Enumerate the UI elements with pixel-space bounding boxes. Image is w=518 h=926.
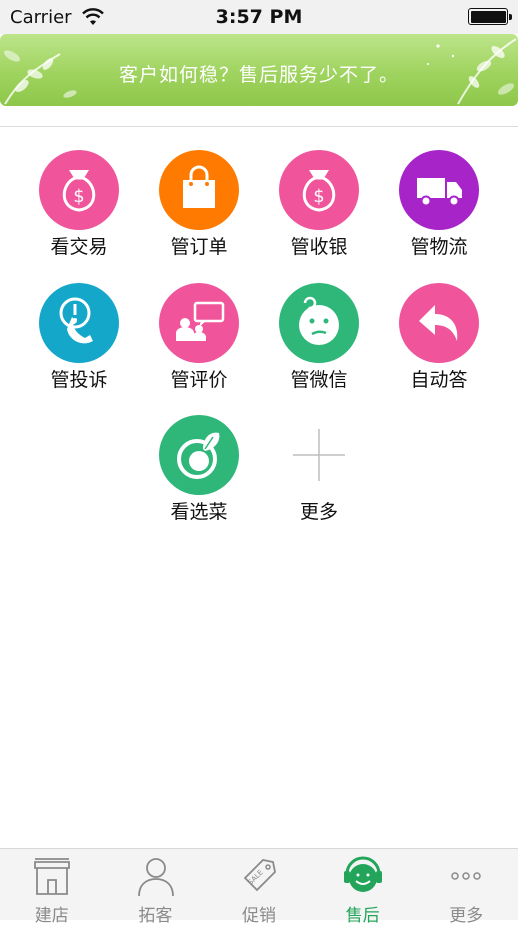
grid-item-manage-logistics[interactable]: 管物流	[379, 150, 499, 275]
tab-label: 促销	[241, 906, 276, 926]
clock: 3:57 PM	[215, 6, 303, 28]
tab-label: 拓客	[138, 906, 173, 926]
vegetable-icon	[159, 415, 239, 495]
tab-label: 售后	[345, 906, 380, 926]
shopping-bag-icon	[159, 150, 239, 230]
tab-after-sales[interactable]: 售后	[311, 849, 415, 926]
grid-item-label: 看选菜	[170, 501, 228, 523]
tab-build-store[interactable]: 建店	[0, 849, 104, 926]
promo-banner[interactable]: 客户如何稳？售后服务少不了。	[0, 34, 518, 106]
battery-icon	[468, 8, 512, 25]
complaint-phone-icon	[39, 283, 119, 363]
tab-label: 更多	[449, 906, 484, 926]
grid-item-manage-complaints[interactable]: 管投诉	[19, 283, 139, 408]
svg-text:$: $	[313, 186, 324, 207]
banner-text: 客户如何稳？售后服务少不了。	[118, 64, 399, 86]
sale-tag-icon: SALE	[243, 859, 277, 892]
grid-item-more[interactable]: 更多	[259, 415, 379, 540]
grid-item-label: 管物流	[410, 236, 468, 258]
tab-bar: 建店 拓客 SALE 促销 售后 更多	[0, 848, 518, 926]
status-bar: Carrier 3:57 PM	[0, 0, 518, 34]
grid-item-label: 自动答	[410, 369, 468, 391]
grid-item-label: 管微信	[290, 369, 348, 391]
grid-item-manage-cashier[interactable]: $ 管收银	[259, 150, 379, 275]
tab-promotions[interactable]: SALE 促销	[207, 849, 311, 926]
svg-text:$: $	[73, 186, 84, 207]
tab-customers[interactable]: 拓客	[104, 849, 208, 926]
storefront-icon	[34, 858, 70, 895]
reply-arrow-icon	[399, 283, 479, 363]
tab-label: 建店	[34, 906, 69, 926]
tab-more[interactable]: 更多	[414, 849, 518, 926]
plus-icon	[279, 415, 359, 495]
grid-item-label: 更多	[299, 501, 338, 523]
grid-item-label: 管投诉	[50, 369, 108, 391]
grid-item-label: 看交易	[50, 236, 108, 258]
grid-item-manage-orders[interactable]: 管订单	[139, 150, 259, 275]
more-dots-icon	[451, 872, 482, 880]
person-icon	[137, 858, 174, 897]
grid-item-label: 管订单	[170, 236, 228, 258]
money-bag-icon: $	[279, 150, 359, 230]
grid-item-auto-reply[interactable]: 自动答	[379, 283, 499, 408]
review-chat-icon	[159, 283, 239, 363]
grid-item-view-transactions[interactable]: $ 看交易	[19, 150, 139, 275]
grid-item-view-vegetables[interactable]: 看选菜	[139, 415, 259, 540]
grid-item-label: 管收银	[290, 236, 348, 258]
truck-icon	[399, 150, 479, 230]
confused-face-icon	[279, 283, 359, 363]
divider	[0, 126, 518, 127]
money-bag-icon: $	[39, 150, 119, 230]
grid-item-label: 管评价	[170, 369, 228, 391]
grid-item-manage-wechat[interactable]: 管微信	[259, 283, 379, 408]
headset-service-icon	[343, 856, 382, 892]
grid-item-manage-reviews[interactable]: 管评价	[139, 283, 259, 408]
